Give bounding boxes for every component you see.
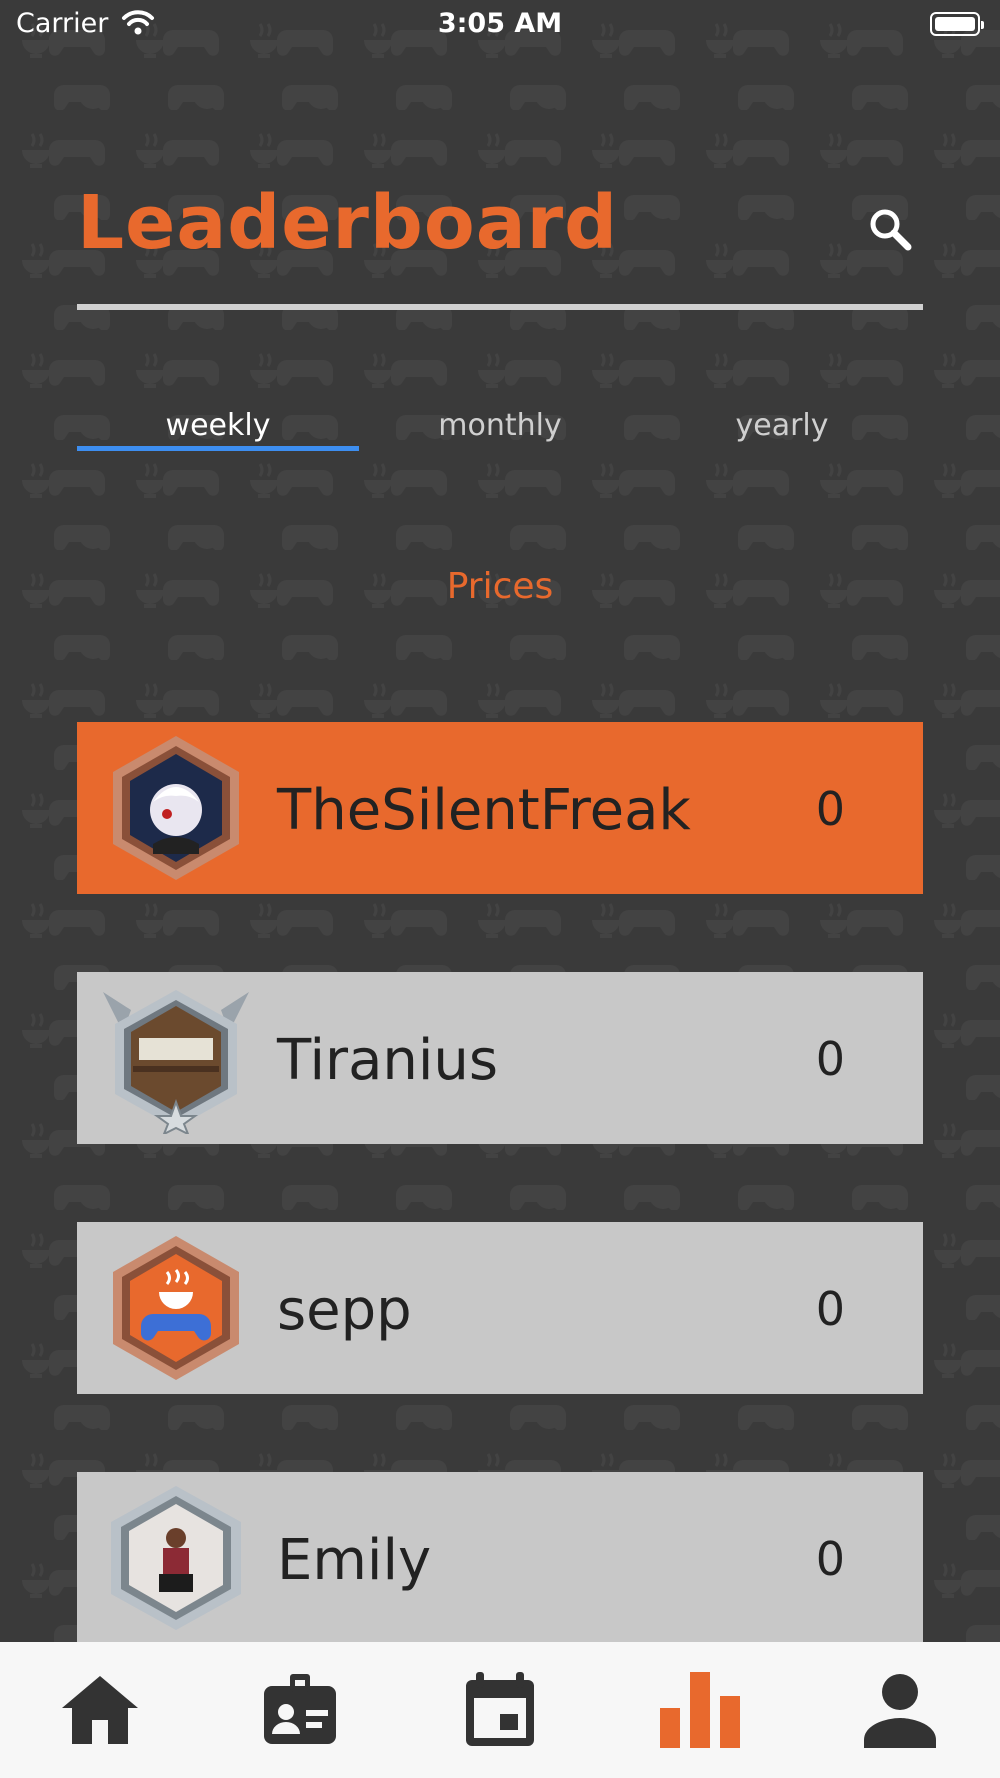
leaderboard-row[interactable]: sepp 0 — [77, 1222, 923, 1394]
leaderboard-row[interactable]: Emily 0 — [77, 1472, 923, 1644]
page-title: Leaderboard — [77, 180, 619, 266]
player-score: 0 — [815, 1532, 845, 1586]
bar-chart-icon[interactable] — [658, 1668, 742, 1752]
tab-indicator — [77, 446, 359, 451]
leaderboard-row[interactable]: Tiranius 0 — [77, 972, 923, 1144]
player-name: sepp — [277, 1278, 412, 1343]
player-score: 0 — [815, 1032, 845, 1086]
player-name: Tiranius — [277, 1028, 499, 1093]
tab-monthly[interactable]: monthly — [359, 408, 641, 443]
bronze-hexagon-avatar — [113, 736, 239, 880]
silver-hexagon-avatar — [111, 1486, 241, 1630]
prices-label[interactable]: Prices — [0, 566, 1000, 607]
search-icon[interactable] — [866, 205, 916, 255]
id-card-icon[interactable] — [258, 1668, 342, 1752]
battery-icon — [930, 12, 984, 36]
home-icon[interactable] — [58, 1668, 142, 1752]
bottom-navigation — [0, 1642, 1000, 1778]
silver-winged-avatar — [103, 990, 249, 1134]
player-name: Emily — [277, 1528, 432, 1593]
title-divider — [77, 304, 923, 310]
status-time: 3:05 AM — [437, 8, 563, 39]
tab-yearly[interactable]: yearly — [641, 408, 923, 443]
leaderboard-row[interactable]: TheSilentFreak 0 — [77, 722, 923, 894]
status-bar: Carrier 3:05 AM — [0, 0, 1000, 50]
calendar-icon[interactable] — [458, 1668, 542, 1752]
bronze-hexagon-gamepad-avatar — [113, 1236, 239, 1380]
tab-weekly[interactable]: weekly — [77, 408, 359, 443]
player-score: 0 — [815, 1282, 845, 1336]
player-name: TheSilentFreak — [277, 778, 691, 843]
player-score: 0 — [815, 782, 845, 836]
person-icon[interactable] — [858, 1668, 942, 1752]
